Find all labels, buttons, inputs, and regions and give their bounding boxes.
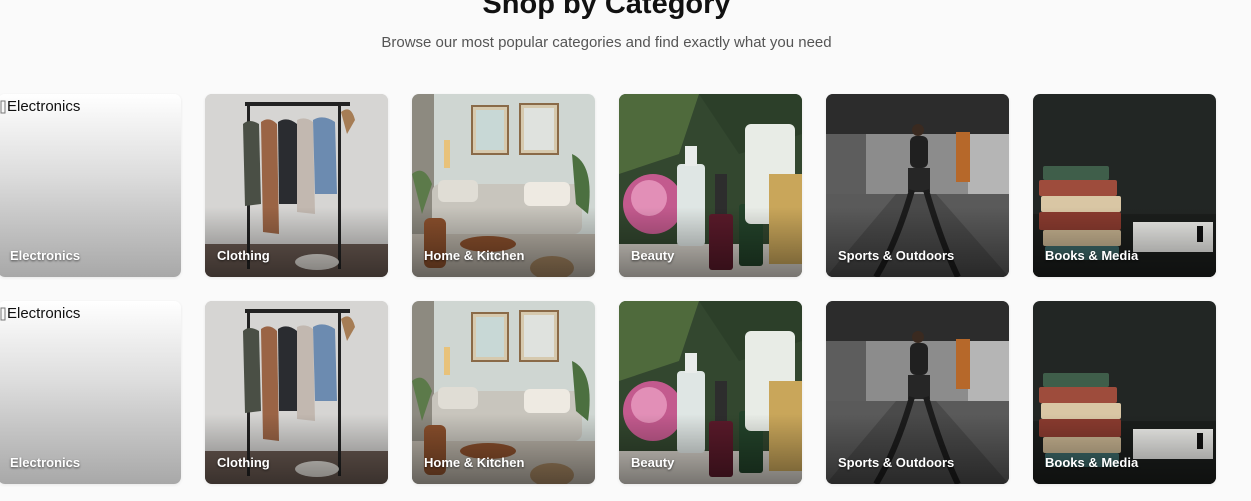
category-card-beauty[interactable]: Beauty [619, 301, 802, 484]
label-gradient [826, 414, 1009, 484]
shop-by-category-section: Shop by Category Browse our most popular… [0, 0, 1251, 501]
category-grid: Electronics Electronics Clothing Home & … [0, 94, 1216, 484]
broken-image-alt: Electronics [0, 305, 80, 322]
broken-image-icon [0, 307, 6, 321]
category-label: Beauty [631, 455, 675, 470]
category-card-electronics[interactable]: Electronics Electronics [0, 94, 181, 277]
category-label: Electronics [10, 248, 81, 263]
broken-image-alt: Electronics [0, 98, 80, 115]
category-card-books-media[interactable]: Books & Media [1033, 301, 1216, 484]
label-gradient [412, 414, 595, 484]
category-card-sports-outdoors[interactable]: Sports & Outdoors [826, 94, 1009, 277]
category-label: Home & Kitchen [424, 248, 525, 263]
category-label: Home & Kitchen [424, 455, 525, 470]
label-gradient [1033, 414, 1216, 484]
label-gradient [205, 207, 388, 277]
category-card-home-kitchen[interactable]: Home & Kitchen [412, 301, 595, 484]
broken-image-icon [0, 100, 6, 114]
category-label: Beauty [631, 248, 675, 263]
category-label: Books & Media [1045, 248, 1139, 263]
category-label: Clothing [217, 248, 270, 263]
category-label: Sports & Outdoors [838, 455, 955, 470]
label-gradient [1033, 207, 1216, 277]
category-card-electronics[interactable]: Electronics Electronics [0, 301, 181, 484]
category-label: Electronics [10, 455, 81, 470]
category-label: Books & Media [1045, 455, 1139, 470]
label-gradient [412, 207, 595, 277]
category-card-clothing[interactable]: Clothing [205, 301, 388, 484]
category-card-beauty[interactable]: Beauty [619, 94, 802, 277]
category-card-home-kitchen[interactable]: Home & Kitchen [412, 94, 595, 277]
label-gradient [826, 207, 1009, 277]
section-subtitle: Browse our most popular categories and f… [381, 34, 832, 51]
category-label: Sports & Outdoors [838, 248, 955, 263]
label-gradient [205, 414, 388, 484]
category-label: Clothing [217, 455, 270, 470]
label-gradient [619, 207, 802, 277]
category-card-books-media[interactable]: Books & Media [1033, 94, 1216, 277]
section-title: Shop by Category [482, 0, 731, 20]
label-gradient [619, 414, 802, 484]
category-card-sports-outdoors[interactable]: Sports & Outdoors [826, 301, 1009, 484]
category-card-clothing[interactable]: Clothing [205, 94, 388, 277]
